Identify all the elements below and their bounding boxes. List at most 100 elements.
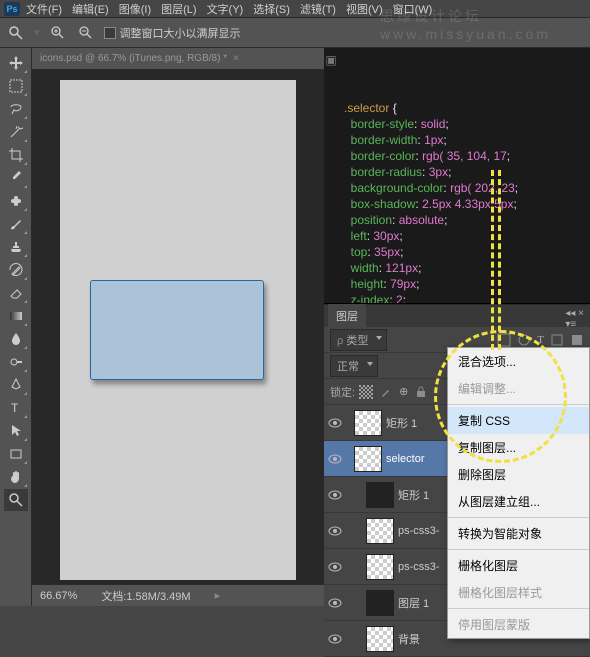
context-menu-item[interactable]: 复制图层... <box>448 434 589 461</box>
menu-filter[interactable]: 滤镜(T) <box>296 0 340 19</box>
layer-thumbnail[interactable] <box>366 554 394 580</box>
blend-mode-dropdown[interactable]: 正常 <box>330 355 378 377</box>
visibility-icon[interactable] <box>326 558 344 576</box>
filter-shape-icon[interactable] <box>550 333 564 347</box>
lock-transparent-icon[interactable] <box>359 385 373 399</box>
spot-heal-tool[interactable] <box>4 190 28 212</box>
close-tab-icon[interactable]: × <box>233 53 239 64</box>
panel-menu-icon[interactable]: ◂◂ ×▾≡ <box>565 308 584 330</box>
filesize: 文档:1.58M/3.49M <box>101 588 190 604</box>
brush-tool[interactable] <box>4 213 28 235</box>
move-tool[interactable] <box>4 52 28 74</box>
visibility-icon[interactable] <box>326 450 344 468</box>
layer-thumbnail[interactable] <box>366 590 394 616</box>
filter-type-dropdown[interactable]: ρ 类型 <box>330 329 387 351</box>
visibility-icon[interactable] <box>326 630 344 648</box>
zoom-out-icon[interactable] <box>76 23 96 43</box>
zoom-level[interactable]: 66.67% <box>40 590 77 602</box>
layer-name[interactable]: ps-css3- <box>398 525 440 537</box>
filter-pixel-icon[interactable] <box>497 333 511 347</box>
layer-thumbnail[interactable] <box>354 446 382 472</box>
svg-text:T: T <box>11 401 19 415</box>
menu-type[interactable]: 文字(Y) <box>203 0 248 19</box>
selector-shape[interactable] <box>90 280 264 380</box>
zoom-tool-selected[interactable] <box>4 489 28 511</box>
lock-move-icon[interactable]: ⊕ <box>399 385 408 398</box>
filter-adjust-icon[interactable] <box>517 333 531 347</box>
filter-smart-icon[interactable] <box>570 333 584 347</box>
layer-thumbnail[interactable] <box>354 410 382 436</box>
crop-tool[interactable] <box>4 144 28 166</box>
context-menu: 混合选项...编辑调整...复制 CSS复制图层...删除图层从图层建立组...… <box>447 347 590 639</box>
type-tool[interactable]: T <box>4 397 28 419</box>
menu-separator <box>448 608 589 609</box>
layer-name[interactable]: ps-css3- <box>398 561 440 573</box>
rectangle-tool[interactable] <box>4 443 28 465</box>
visibility-icon[interactable] <box>326 486 344 504</box>
layers-tab[interactable]: 图层 <box>328 304 366 328</box>
pen-tool[interactable] <box>4 374 28 396</box>
context-menu-item: 停用图层蒙版 <box>448 611 589 638</box>
layer-name[interactable]: 矩形 1 <box>386 415 417 431</box>
hand-tool[interactable] <box>4 466 28 488</box>
context-menu-item[interactable]: 栅格化图层 <box>448 552 589 579</box>
blur-tool[interactable] <box>4 328 28 350</box>
dodge-tool[interactable] <box>4 351 28 373</box>
layer-name[interactable]: selector <box>386 453 425 465</box>
document-tab[interactable]: icons.psd @ 66.7% (iTunes.png, RGB/8) *× <box>32 48 324 70</box>
menu-view[interactable]: 视图(V) <box>342 0 387 19</box>
eraser-tool[interactable] <box>4 282 28 304</box>
menu-file[interactable]: 文件(F) <box>22 0 66 19</box>
context-menu-item[interactable]: 删除图层 <box>448 461 589 488</box>
lasso-tool[interactable] <box>4 98 28 120</box>
menu-layer[interactable]: 图层(L) <box>157 0 200 19</box>
lock-paint-icon[interactable] <box>379 385 393 399</box>
context-menu-item[interactable]: 混合选项... <box>448 348 589 375</box>
context-menu-item[interactable]: 从图层建立组... <box>448 488 589 515</box>
visibility-icon[interactable] <box>326 522 344 540</box>
menu-edit[interactable]: 编辑(E) <box>68 0 113 19</box>
lock-label: 锁定: <box>330 384 355 400</box>
visibility-icon[interactable] <box>326 414 344 432</box>
gradient-tool[interactable] <box>4 305 28 327</box>
history-brush-tool[interactable] <box>4 259 28 281</box>
layer-thumbnail[interactable] <box>366 626 394 652</box>
visibility-icon[interactable] <box>326 594 344 612</box>
menubar: Ps 文件(F) 编辑(E) 图像(I) 图层(L) 文字(Y) 选择(S) 滤… <box>0 0 590 18</box>
layer-name[interactable]: 矩形 1 <box>398 487 429 503</box>
canvas[interactable] <box>60 80 296 580</box>
menu-separator <box>448 404 589 405</box>
canvas-area: icons.psd @ 66.7% (iTunes.png, RGB/8) *×… <box>32 48 324 606</box>
menu-select[interactable]: 选择(S) <box>249 0 294 19</box>
layer-thumbnail[interactable] <box>366 518 394 544</box>
zoom-tool-icon[interactable] <box>6 23 26 43</box>
fold-icon[interactable]: ▣ <box>324 52 338 68</box>
status-bar: 66.67% 文档:1.58M/3.49M ▸ <box>32 584 324 606</box>
context-menu-item[interactable]: 复制 CSS <box>448 407 589 434</box>
marquee-tool[interactable] <box>4 75 28 97</box>
layer-thumbnail[interactable] <box>366 482 394 508</box>
canvas-viewport[interactable] <box>32 70 324 584</box>
context-menu-item[interactable]: 转换为智能对象 <box>448 520 589 547</box>
menu-separator <box>448 549 589 550</box>
zoom-in-icon[interactable] <box>48 23 68 43</box>
eyedropper-tool[interactable] <box>4 167 28 189</box>
fit-window-label: 调整窗口大小以满屏显示 <box>120 25 241 41</box>
photoshop-logo: Ps <box>4 2 20 16</box>
path-select-tool[interactable] <box>4 420 28 442</box>
context-menu-item: 栅格化图层样式 <box>448 579 589 606</box>
options-bar: ▾ 调整窗口大小以满屏显示 <box>0 18 590 48</box>
menu-window[interactable]: 窗口(W) <box>389 0 437 19</box>
layer-name[interactable]: 背景 <box>398 631 420 647</box>
lock-all-icon[interactable] <box>414 385 428 399</box>
clone-stamp-tool[interactable] <box>4 236 28 258</box>
menu-image[interactable]: 图像(I) <box>115 0 155 19</box>
menu-separator <box>448 517 589 518</box>
layer-name[interactable]: 图层 1 <box>398 595 429 611</box>
css-code-panel: ▣ .selector { border-style: solid; borde… <box>324 48 590 304</box>
magic-wand-tool[interactable] <box>4 121 28 143</box>
divider: ▾ <box>34 26 40 39</box>
filter-type-icon[interactable]: T <box>537 334 544 346</box>
chevron-right-icon[interactable]: ▸ <box>215 589 221 602</box>
fit-window-checkbox[interactable]: 调整窗口大小以满屏显示 <box>104 25 241 41</box>
